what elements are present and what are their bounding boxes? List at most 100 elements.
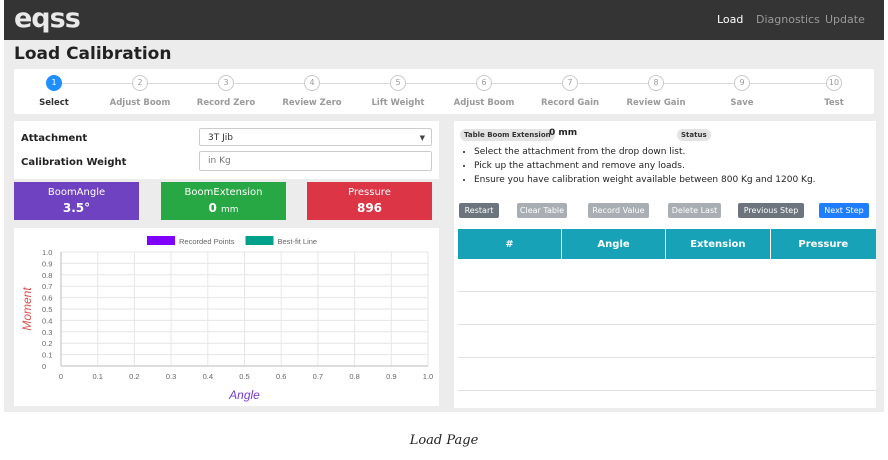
boom-extension-readout: 0 mm: [161, 201, 286, 215]
step-number: 10: [826, 75, 842, 91]
boom-extension-readout-text: 0 mm: [549, 128, 578, 138]
column-header-pressure: Pressure: [770, 229, 876, 259]
y-axis-title: Moment: [20, 287, 34, 331]
x-tick-label: 0.8: [349, 372, 359, 381]
y-tick-label: 0.5: [42, 305, 52, 314]
y-tick-label: 0.6: [42, 294, 52, 303]
step-label: Adjust Boom: [109, 98, 171, 108]
pressure-value: 896: [356, 201, 383, 215]
instruction-item: Pick up the attachment and remove any lo…: [474, 159, 816, 173]
boom-angle-title: BoomAngle: [47, 187, 106, 198]
step-4[interactable]: 4 Review Zero: [272, 75, 352, 108]
step-number: 6: [476, 75, 492, 91]
step-number: 5: [390, 75, 406, 91]
x-tick-label: 1.0: [423, 372, 433, 381]
empty-cell: [458, 291, 876, 325]
app-window: eqss Load Diagnostics Update Load Calibr…: [4, 0, 884, 412]
y-tick-label: 0.3: [42, 328, 52, 337]
calibration-weight-input[interactable]: [199, 151, 432, 171]
table-row: [458, 324, 876, 358]
empty-cell: [458, 324, 876, 358]
step-8[interactable]: 8 Review Gain: [616, 75, 696, 108]
attachment-form: Attachment 3T Jib ▼ Calibration Weight: [14, 121, 439, 179]
instruction-list: Select the attachment from the drop down…: [464, 145, 816, 187]
step-label: Test: [824, 98, 844, 108]
step-number: 7: [562, 75, 578, 91]
column-header-number: #: [458, 229, 562, 259]
step-number: 8: [648, 75, 664, 91]
instruction-item: Select the attachment from the drop down…: [474, 145, 816, 159]
y-tick-label: 0.2: [42, 339, 52, 348]
calibration-table: # Angle Extension Pressure: [458, 229, 876, 391]
step-3[interactable]: 3 Record Zero: [186, 75, 266, 108]
boom-extension-value: 0: [208, 201, 217, 215]
boom-angle-tile: BoomAngle 3.5°: [14, 182, 139, 220]
y-tick-label: 0.1: [42, 351, 52, 360]
chart-panel: Recorded Points Best-fit Line 0 0.1 0.2 0.3 0.…: [14, 228, 439, 406]
navbar: eqss Load Diagnostics Update: [4, 0, 884, 40]
step-10[interactable]: 10 Test: [794, 75, 874, 108]
column-header-extension: Extension: [665, 229, 771, 259]
nav-update[interactable]: Update: [825, 13, 865, 26]
empty-cell: [458, 357, 876, 391]
calibration-weight-label: Calibration Weight: [21, 157, 127, 168]
step-number: 2: [132, 75, 148, 91]
clear-table-button[interactable]: Clear Table: [517, 203, 567, 218]
x-tick-label: 0.4: [203, 372, 213, 381]
figure-caption: Load Page: [409, 433, 479, 448]
step-2[interactable]: 2 Adjust Boom: [100, 75, 180, 108]
step-label: Record Gain: [540, 98, 600, 108]
table-row: [458, 291, 876, 325]
y-tick-label: 1.0: [42, 248, 52, 257]
previous-step-button[interactable]: Previous Step: [738, 203, 804, 218]
x-tick-label: 0.1: [92, 372, 102, 381]
nav-load[interactable]: Load: [717, 13, 743, 26]
step-1[interactable]: 1 Select: [14, 75, 94, 108]
record-value-button[interactable]: Record Value: [588, 203, 649, 218]
table-header-row: # Angle Extension Pressure: [458, 229, 876, 259]
y-tick-label: 0: [42, 362, 46, 371]
attachment-select[interactable]: 3T Jib ▼: [199, 128, 432, 146]
moment-angle-chart: Recorded Points Best-fit Line 0 0.1 0.2 0.3 0.…: [20, 236, 433, 402]
x-tick-label: 0.9: [386, 372, 396, 381]
step-9[interactable]: 9 Save: [702, 75, 782, 108]
step-label: Save: [730, 98, 754, 108]
step-label: Review Gain: [626, 98, 686, 108]
next-step-button[interactable]: Next Step: [819, 203, 869, 218]
stepper: 1 Select 2 Adjust Boom 3 Record Zero 4 R…: [14, 69, 874, 114]
status-badge: Status: [677, 129, 711, 141]
step-5[interactable]: 5 Lift Weight: [358, 75, 438, 108]
legend-label: Best-fit Line: [278, 237, 318, 246]
y-tick-label: 0.7: [42, 282, 52, 291]
step-7[interactable]: 7 Record Gain: [530, 75, 610, 108]
page-title: Load Calibration: [14, 44, 172, 64]
y-tick-label: 0.9: [42, 259, 52, 268]
instruction-item: Ensure you have calibration weight avail…: [474, 173, 816, 187]
caret-down-icon: ▼: [419, 134, 425, 142]
x-tick-label: 0.7: [313, 372, 323, 381]
step-number: 1: [46, 75, 62, 91]
x-tick-label: 0.5: [239, 372, 249, 381]
step-label: Lift Weight: [371, 98, 425, 108]
legend-label: Recorded Points: [179, 237, 235, 246]
boom-angle-value: 3.5°: [62, 201, 91, 215]
boom-extension-title: BoomExtension: [184, 187, 263, 198]
attachment-label: Attachment: [21, 133, 88, 144]
y-tick-label: 0.8: [42, 271, 52, 280]
column-header-angle: Angle: [561, 229, 667, 259]
step-6[interactable]: 6 Adjust Boom: [444, 75, 524, 108]
x-tick-label: 0.2: [129, 372, 139, 381]
pressure-tile: Pressure 896: [307, 182, 432, 220]
stepper-line: [54, 83, 834, 84]
nav-diagnostics[interactable]: Diagnostics: [756, 13, 820, 26]
boom-extension-tile: BoomExtension 0 mm: [161, 182, 286, 220]
pressure-title: Pressure: [348, 187, 391, 198]
boom-extension-tag: Table Boom Extension: [460, 129, 555, 141]
x-tick-label: 0.3: [166, 372, 176, 381]
y-tick-label: 0.4: [42, 316, 52, 325]
delete-last-button[interactable]: Delete Last: [668, 203, 721, 218]
restart-button[interactable]: Restart: [459, 203, 499, 218]
empty-cell: [458, 259, 876, 292]
x-tick-label: 0.6: [276, 372, 286, 381]
legend-swatch: [147, 236, 175, 245]
